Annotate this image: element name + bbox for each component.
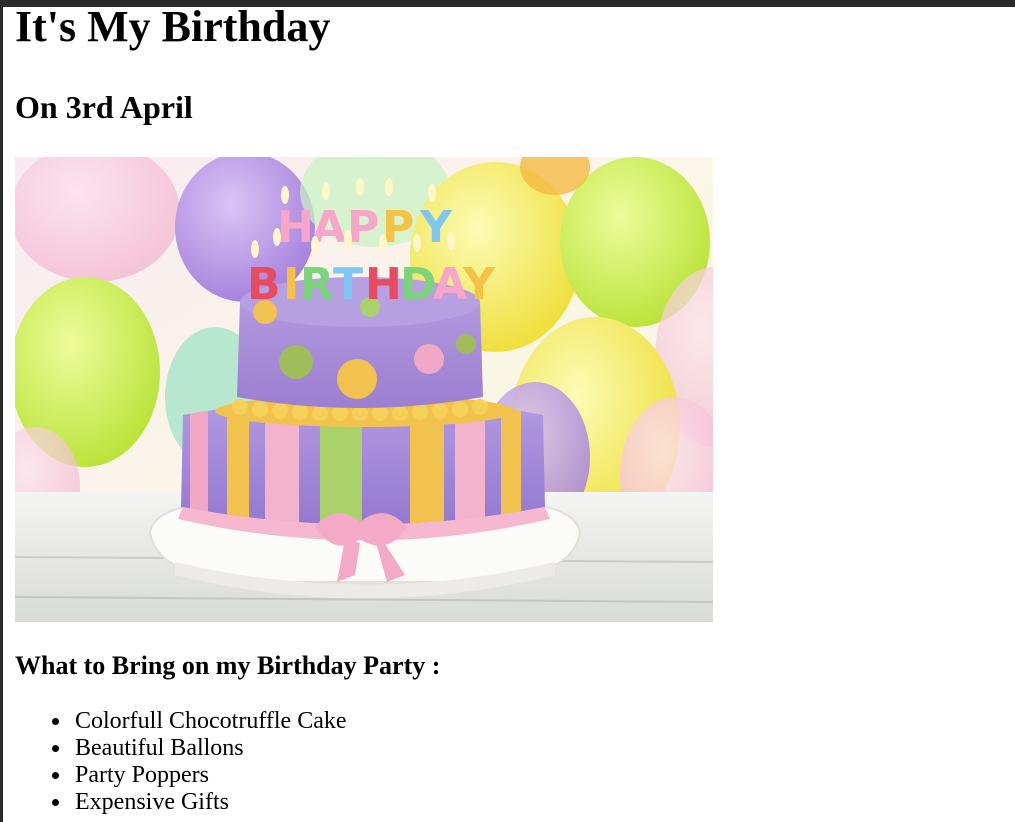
svg-text:H: H [365, 259, 402, 310]
window-left-border [0, 0, 3, 822]
list-item: Colorfull Chocotruffle Cake [52, 708, 347, 734]
birthday-cake-image: H A P P Y B I R T H D A Y [15, 157, 713, 622]
svg-text:Y: Y [462, 259, 496, 310]
svg-text:P: P [347, 202, 379, 253]
svg-text:I: I [283, 259, 299, 310]
list-item: Beautiful Ballons [52, 735, 347, 762]
section-heading: What to Bring on my Birthday Party : [15, 651, 441, 680]
svg-text:H: H [277, 202, 314, 253]
page-title: It's My Birthday [15, 2, 331, 51]
svg-text:B: B [247, 259, 281, 310]
list-item: Expensive Gifts [52, 789, 347, 816]
page-subtitle: On 3rd April [15, 89, 193, 125]
svg-text:R: R [300, 259, 334, 310]
svg-text:A: A [433, 259, 467, 310]
bring-list: Colorfull Chocotruffle Cake Beautiful Ba… [15, 708, 347, 816]
svg-text:T: T [333, 259, 363, 310]
list-item: Party Poppers [52, 762, 347, 789]
svg-text:D: D [400, 259, 437, 310]
